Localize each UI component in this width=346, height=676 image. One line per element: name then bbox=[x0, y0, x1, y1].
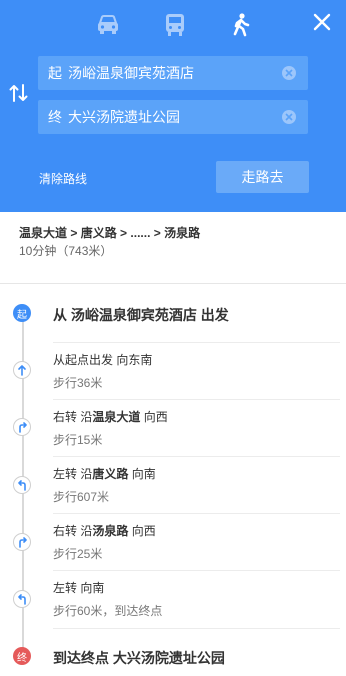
step-text: 右转 沿 bbox=[53, 524, 93, 538]
clear-destination-icon[interactable] bbox=[282, 110, 296, 124]
turn-right-icon bbox=[13, 418, 31, 436]
step-detail: 步行15米 bbox=[53, 433, 103, 447]
origin-field[interactable]: 起 汤峪温泉御宾苑酒店 bbox=[38, 56, 308, 90]
start-badge: 起 bbox=[13, 304, 31, 322]
bus-icon[interactable] bbox=[162, 12, 188, 38]
origin-input[interactable]: 汤峪温泉御宾苑酒店 bbox=[68, 63, 282, 83]
step-detail: 步行25米 bbox=[53, 547, 103, 561]
turn-left-icon bbox=[13, 590, 31, 608]
step-road: 温泉大道 bbox=[92, 410, 141, 424]
close-icon[interactable] bbox=[310, 10, 334, 34]
route-header: 起 汤峪温泉御宾苑酒店 终 大兴汤院遗址公园 清除路线 走路去 bbox=[0, 0, 346, 212]
destination-input[interactable]: 大兴汤院遗址公园 bbox=[68, 107, 282, 127]
path-road: 唐义路 bbox=[80, 226, 117, 240]
step-road: 汤泉路 bbox=[92, 524, 129, 538]
step-instruction: 左转 沿唐义路 向南 bbox=[53, 465, 156, 482]
path-road: 温泉大道 bbox=[19, 226, 68, 240]
step-direction: 向西 bbox=[128, 524, 156, 538]
car-icon[interactable] bbox=[95, 12, 121, 38]
step-item[interactable]: 左转 向南 步行60米，到达终点 bbox=[53, 570, 340, 627]
step-instruction: 右转 沿汤泉路 向西 bbox=[53, 522, 156, 539]
route-time: 10分钟（743米） bbox=[19, 244, 113, 258]
walk-icon[interactable] bbox=[228, 12, 254, 38]
step-item[interactable]: 左转 沿唐义路 向南 步行607米 bbox=[53, 456, 340, 513]
step-instruction: 右转 沿温泉大道 向西 bbox=[53, 408, 168, 425]
clear-origin-icon[interactable] bbox=[282, 66, 296, 80]
clear-route-link[interactable]: 清除路线 bbox=[39, 170, 87, 187]
route-summary: 温泉大道 > 唐义路 > ...... > 汤泉路 10分钟（743米） bbox=[0, 212, 346, 284]
step-item[interactable]: 从起点出发 向东南 步行36米 bbox=[53, 342, 340, 399]
walk-go-button[interactable]: 走路去 bbox=[216, 161, 309, 193]
step-text: 从起点出发 向东南 bbox=[53, 353, 153, 367]
destination-tag: 终 bbox=[48, 109, 62, 125]
step-text: 右转 沿 bbox=[53, 410, 93, 424]
turn-left-icon bbox=[13, 476, 31, 494]
step-item[interactable]: 右转 沿温泉大道 向西 步行15米 bbox=[53, 399, 340, 456]
destination-field[interactable]: 终 大兴汤院遗址公园 bbox=[38, 100, 308, 134]
end-badge: 终 bbox=[13, 647, 31, 665]
origin-tag: 起 bbox=[48, 65, 62, 81]
step-item[interactable]: 右转 沿汤泉路 向西 步行25米 bbox=[53, 513, 340, 570]
step-detail: 步行607米 bbox=[53, 490, 110, 504]
step-road: 唐义路 bbox=[92, 467, 129, 481]
step-detail: 步行60米，到达终点 bbox=[53, 604, 163, 618]
step-instruction: 左转 向南 bbox=[53, 579, 104, 596]
route-path: 温泉大道 > 唐义路 > ...... > 汤泉路 bbox=[19, 224, 200, 241]
turn-right-icon bbox=[13, 533, 31, 551]
step-text: 左转 沿 bbox=[53, 467, 93, 481]
start-title: 从 汤峪温泉御宾苑酒店 出发 bbox=[53, 307, 229, 323]
divider bbox=[53, 628, 340, 629]
step-instruction: 从起点出发 向东南 bbox=[53, 351, 152, 368]
step-text: 左转 向南 bbox=[53, 581, 105, 595]
step-direction: 向西 bbox=[140, 410, 168, 424]
path-ellipsis: ...... bbox=[130, 226, 151, 240]
straight-arrow-icon bbox=[13, 361, 31, 379]
end-title: 到达终点 大兴汤院遗址公园 bbox=[53, 650, 225, 666]
step-detail: 步行36米 bbox=[53, 376, 103, 390]
path-separator: > bbox=[67, 226, 81, 240]
path-road: 汤泉路 bbox=[164, 226, 201, 240]
step-direction: 向南 bbox=[128, 467, 156, 481]
path-separator: > bbox=[150, 226, 165, 240]
path-separator: > bbox=[116, 226, 131, 240]
swap-icon[interactable] bbox=[8, 82, 30, 104]
